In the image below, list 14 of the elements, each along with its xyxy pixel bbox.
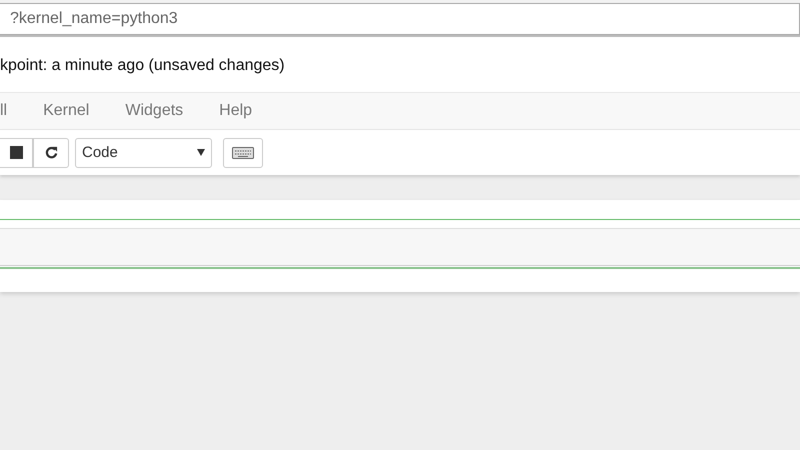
- caret-icon: [197, 149, 205, 156]
- checkpoint-status: kpoint: a minute ago (unsaved changes): [0, 56, 285, 74]
- restart-button[interactable]: [33, 138, 69, 168]
- keyboard-button[interactable]: [223, 138, 263, 168]
- keyboard-icon: [232, 146, 254, 158]
- menu-item[interactable]: ll: [0, 102, 8, 120]
- restart-icon: [44, 146, 58, 159]
- cell-type-dropdown[interactable]: Code: [75, 138, 212, 168]
- stop-icon: [10, 146, 22, 159]
- menu-item[interactable]: Widgets: [125, 102, 184, 120]
- stop-button[interactable]: [0, 138, 33, 168]
- address-field[interactable]: ?kernel_name=python3: [0, 3, 800, 35]
- menu-item[interactable]: Help: [219, 102, 252, 120]
- menu-item[interactable]: Kernel: [43, 102, 90, 120]
